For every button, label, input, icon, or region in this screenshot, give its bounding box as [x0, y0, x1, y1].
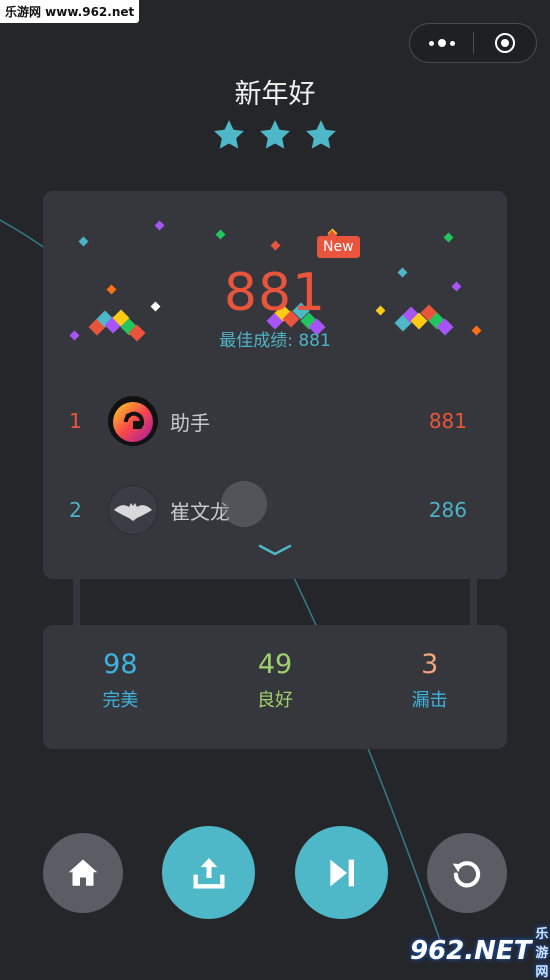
song-title: 新年好	[234, 79, 316, 110]
watermark-main: 962.NET	[410, 936, 532, 966]
stat-miss: 3 漏击	[352, 625, 507, 749]
stat-value: 98	[103, 649, 138, 680]
star-icon	[214, 120, 244, 149]
avatar	[108, 485, 158, 535]
stat-perfect: 98 完美	[43, 625, 198, 749]
best-score: 最佳成绩: 881	[219, 331, 331, 351]
more-menu-button[interactable]	[410, 24, 473, 62]
player-name: 助手	[170, 410, 210, 435]
next-track-icon	[329, 859, 354, 886]
stat-value: 3	[421, 649, 439, 680]
stat-label: 漏击	[411, 690, 448, 711]
player-score: 286	[428, 498, 467, 522]
miniprogram-capsule	[409, 23, 537, 63]
leaderboard-row[interactable]: 1 助手 881	[43, 391, 507, 451]
avatar	[108, 396, 158, 446]
touch-indicator	[221, 481, 267, 527]
confetti	[154, 220, 165, 231]
target-icon	[495, 33, 515, 53]
score-card: New 881 最佳成绩: 881 1 助手 881 2 崔文龙 286	[43, 191, 507, 579]
more-icon	[428, 39, 455, 47]
stats-card: 98 完美 49 良好 3 漏击	[43, 625, 507, 749]
stat-label: 完美	[102, 690, 139, 711]
player-name: 崔文龙	[170, 499, 230, 524]
card-connector-left	[73, 579, 80, 626]
confetti	[215, 229, 226, 240]
player-score: 881	[428, 409, 467, 433]
stat-good: 49 良好	[198, 625, 353, 749]
home-icon	[68, 859, 98, 886]
replay-icon	[452, 861, 481, 888]
share-button[interactable]	[162, 826, 255, 919]
replay-button[interactable]	[427, 833, 507, 913]
new-record-badge: New	[317, 230, 360, 258]
stat-value: 49	[257, 649, 293, 680]
rank-number: 1	[69, 409, 82, 433]
card-connector-right	[470, 579, 477, 626]
share-icon	[193, 857, 224, 888]
next-track-button[interactable]	[295, 826, 388, 919]
star-icon	[306, 120, 336, 149]
leaderboard-row[interactable]: 2 崔文龙 286	[43, 480, 507, 540]
confetti	[443, 232, 454, 243]
rank-number: 2	[69, 498, 82, 522]
watermark-logo: 962.NET 乐游网	[410, 926, 550, 980]
score-value: 881	[223, 263, 327, 323]
chevron-down-icon[interactable]	[258, 543, 292, 557]
home-button[interactable]	[43, 833, 123, 913]
star-rating	[0, 118, 550, 152]
confetti	[78, 236, 89, 247]
stat-label: 良好	[257, 690, 293, 711]
watermark-sub: 乐游网	[535, 926, 549, 980]
watermark-top: 乐游网 www.962.net	[0, 0, 140, 23]
star-icon	[260, 120, 290, 149]
close-miniprogram-button[interactable]	[474, 24, 536, 62]
confetti	[270, 240, 281, 251]
